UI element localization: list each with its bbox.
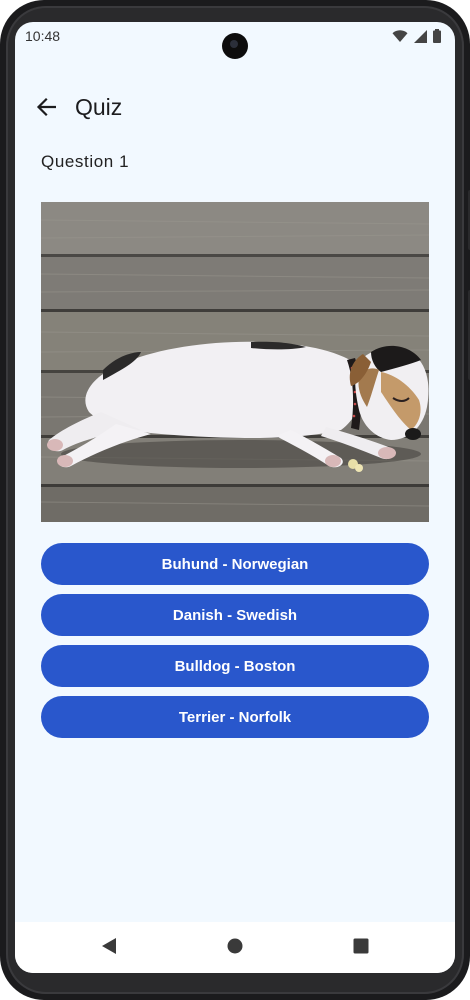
status-bar: 10:48 [15, 22, 455, 59]
answer-options: Buhund - Norwegian Danish - Swedish Bull… [41, 543, 429, 747]
answer-button-3[interactable]: Bulldog - Boston [41, 645, 429, 687]
back-triangle-icon [101, 937, 117, 960]
recents-square-icon [353, 938, 369, 959]
front-camera [222, 33, 248, 59]
battery-icon [433, 29, 441, 48]
top-app-bar: Quiz [15, 84, 455, 132]
page-title: Quiz [75, 94, 123, 120]
phone-frame: 10:48 Quiz Question 1 Buhund - Norwegian… [0, 0, 470, 1000]
nav-recents-button[interactable] [349, 936, 373, 960]
back-button[interactable] [29, 92, 63, 126]
wifi-icon [392, 29, 408, 48]
system-nav-bar [15, 922, 455, 973]
answer-button-4[interactable]: Terrier - Norfolk [41, 696, 429, 738]
answer-button-1[interactable]: Buhund - Norwegian [41, 543, 429, 585]
screen: 10:48 Quiz Question 1 Buhund - Norwegian… [15, 22, 455, 973]
question-label: Question 1 [41, 152, 130, 171]
status-icons [392, 29, 441, 48]
status-time: 10:48 [25, 28, 61, 44]
dog-photo [41, 202, 429, 522]
cellular-signal-icon [414, 29, 427, 48]
nav-home-button[interactable] [223, 936, 247, 960]
nav-back-button[interactable] [97, 936, 121, 960]
answer-button-2[interactable]: Danish - Swedish [41, 594, 429, 636]
home-circle-icon [227, 938, 243, 959]
arrow-back-icon [36, 97, 57, 122]
